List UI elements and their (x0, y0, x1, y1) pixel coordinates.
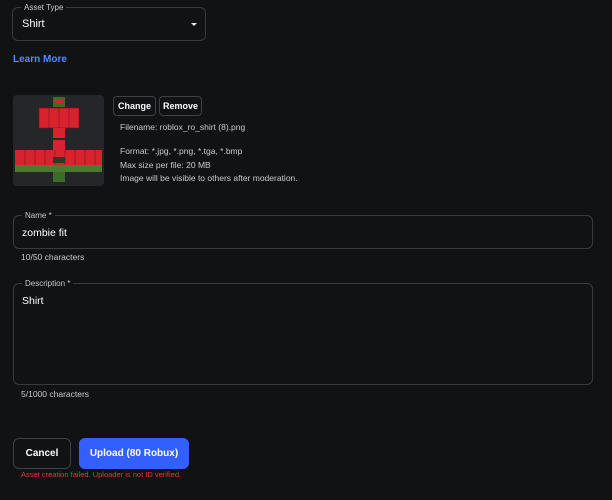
max-size-text: Max size per file: 20 MB (120, 160, 211, 170)
visibility-text: Image will be visible to others after mo… (120, 173, 298, 183)
cancel-button[interactable]: Cancel (13, 438, 71, 469)
create-asset-form: Asset Type Shirt Learn More Change Remov… (0, 0, 612, 500)
description-char-counter: 5/1000 characters (21, 389, 90, 399)
description-legend: Description * (22, 278, 74, 289)
description-field[interactable]: Description * Shirt (13, 278, 593, 385)
name-input-value: zombie fit (22, 227, 67, 239)
name-field[interactable]: Name * zombie fit (13, 210, 593, 249)
error-message: Asset creation failed. Uploader is not I… (21, 470, 182, 479)
learn-more-link[interactable]: Learn More (13, 54, 67, 65)
asset-type-value: Shirt (22, 18, 45, 30)
filename-text: Filename: roblox_ro_shirt (8).png (120, 122, 246, 132)
remove-image-button[interactable]: Remove (159, 96, 202, 116)
change-image-button[interactable]: Change (113, 96, 156, 116)
upload-button[interactable]: Upload (80 Robux) (79, 438, 189, 469)
asset-type-select[interactable]: Asset Type Shirt (12, 2, 206, 41)
name-char-counter: 10/50 characters (21, 252, 85, 262)
chevron-down-icon (191, 23, 197, 26)
format-text: Format: *.jpg, *.png, *.tga, *.bmp (120, 146, 243, 156)
asset-type-legend: Asset Type (21, 2, 67, 13)
description-input-value: Shirt (22, 295, 44, 307)
name-legend: Name * (22, 210, 55, 221)
shirt-template-thumbnail (13, 95, 104, 186)
